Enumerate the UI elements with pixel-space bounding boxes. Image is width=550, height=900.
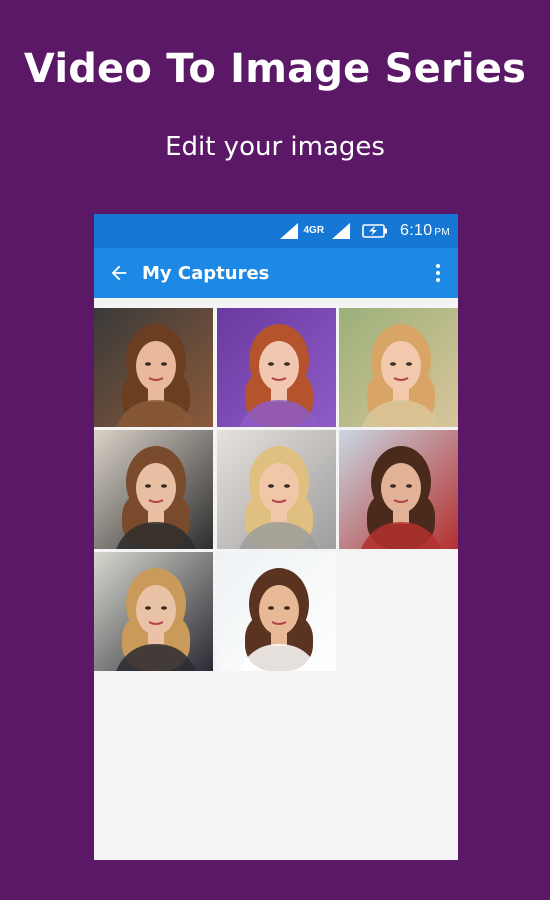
portrait-image: [339, 308, 458, 427]
portrait-image: [94, 430, 213, 549]
capture-thumbnail[interactable]: [339, 308, 458, 427]
clock: 6:10 PM: [400, 222, 450, 240]
clock-ampm: PM: [434, 227, 450, 238]
more-vert-icon[interactable]: [426, 261, 450, 285]
phone-screen: 4GR 6:10 PM My Captures: [94, 214, 458, 860]
signal-icon-2: [332, 223, 351, 239]
capture-thumbnail[interactable]: [216, 430, 336, 549]
portrait-image: [94, 308, 213, 427]
portrait-image: [216, 308, 336, 427]
app-bar: My Captures: [94, 248, 458, 298]
signal-icon: [280, 223, 299, 239]
arrow-left-icon[interactable]: [108, 262, 130, 284]
capture-thumbnail[interactable]: [94, 430, 213, 549]
battery-charging-icon: [362, 224, 388, 238]
promo-title: Video To Image Series: [23, 46, 527, 92]
capture-thumbnail[interactable]: [339, 430, 458, 549]
network-label: 4G: [303, 225, 317, 236]
portrait-image: [216, 552, 336, 671]
app-bar-title: My Captures: [142, 262, 270, 284]
network-roaming-label: R: [316, 225, 325, 236]
capture-thumbnail[interactable]: [216, 552, 336, 671]
portrait-image: [339, 430, 458, 549]
status-icons: 4GR: [278, 221, 388, 241]
capture-thumbnail[interactable]: [94, 552, 213, 671]
portrait-image: [94, 552, 213, 671]
status-bar: 4GR 6:10 PM: [94, 214, 458, 248]
captures-grid: [94, 308, 458, 671]
capture-thumbnail[interactable]: [94, 308, 213, 427]
clock-time: 6:10: [400, 222, 433, 239]
capture-thumbnail[interactable]: [216, 308, 336, 427]
portrait-image: [216, 430, 336, 549]
promo-subtitle: Edit your images: [165, 132, 385, 162]
